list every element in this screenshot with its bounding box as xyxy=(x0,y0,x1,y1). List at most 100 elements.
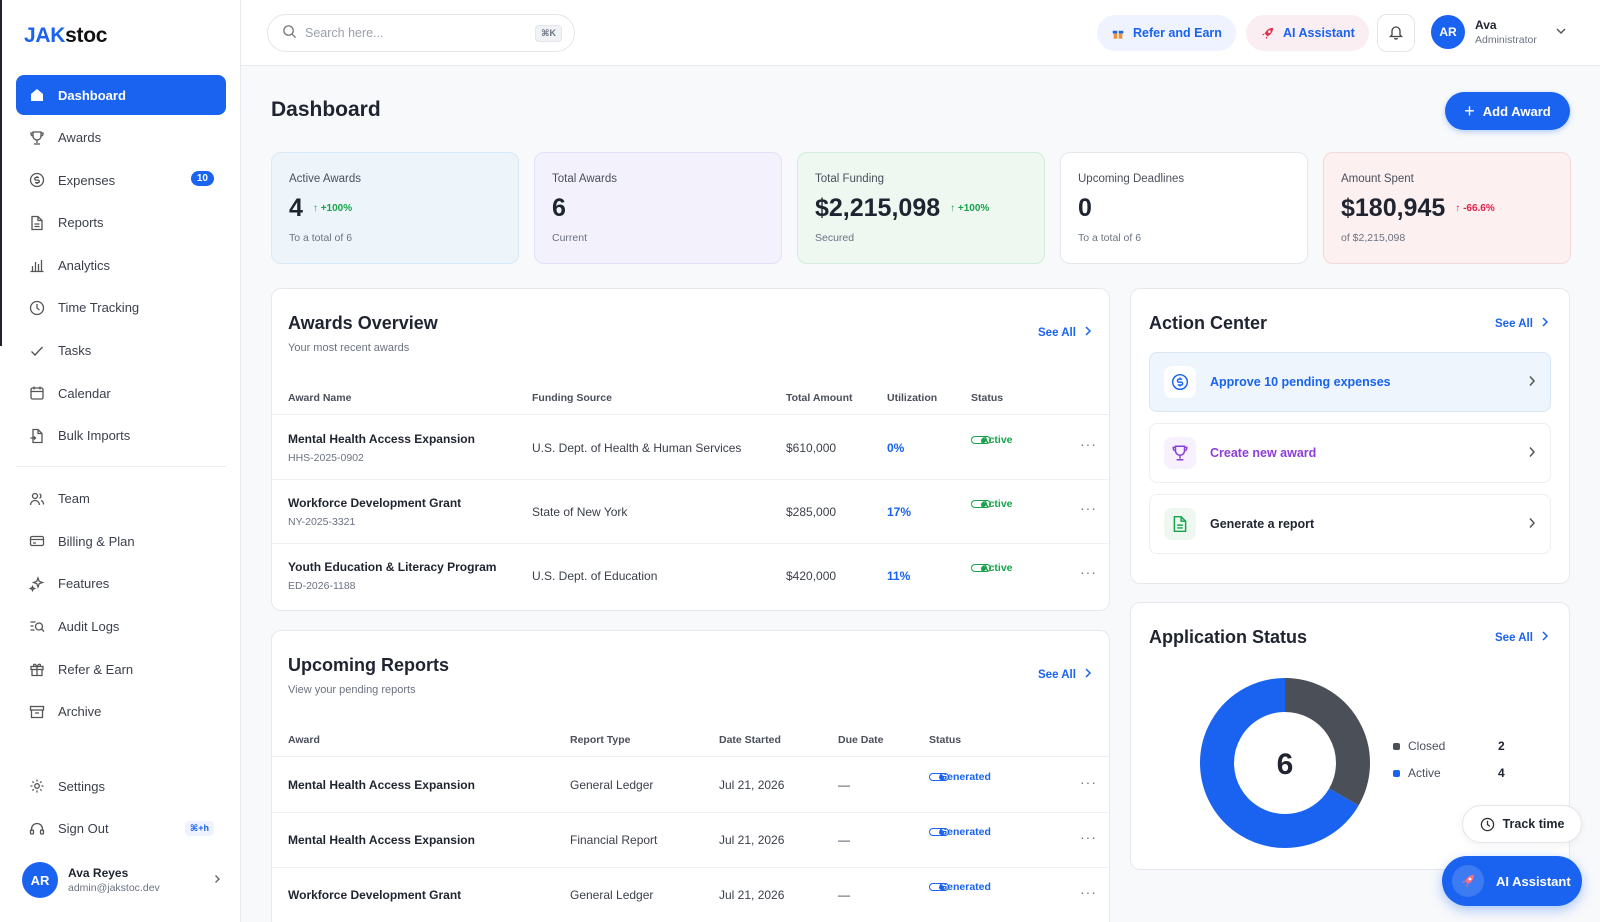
more-options-icon[interactable]: ··· xyxy=(1080,500,1097,516)
sidebar-item-label: Tasks xyxy=(58,343,92,359)
sidebar-item-awards[interactable]: Awards xyxy=(16,118,226,158)
column-header: Due Date xyxy=(838,734,884,746)
ai-assistant-fab[interactable]: AI Assistant xyxy=(1442,856,1582,906)
sidebar-item-reports[interactable]: Reports xyxy=(16,203,226,243)
add-award-button[interactable]: + Add Award xyxy=(1445,92,1570,130)
total-amount: $285,000 xyxy=(786,505,837,519)
due-date: — xyxy=(838,833,850,847)
date-started: Jul 21, 2026 xyxy=(719,778,785,792)
user-menu[interactable]: AR Ava Administrator xyxy=(1431,15,1567,49)
more-options-icon[interactable]: ··· xyxy=(1080,564,1097,580)
column-header: Award Name xyxy=(288,392,352,404)
table-row[interactable]: Mental Health Access Expansion HHS-2025-… xyxy=(272,416,1109,480)
chevron-right-icon xyxy=(1528,446,1536,461)
utilization: 17% xyxy=(887,505,912,519)
more-options-icon[interactable]: ··· xyxy=(1080,829,1097,845)
table-row[interactable]: Workforce Development Grant General Ledg… xyxy=(272,868,1109,922)
sidebar-item-archive[interactable]: Archive xyxy=(16,692,226,732)
sidebar-item-analytics[interactable]: Analytics xyxy=(16,245,226,285)
bell-icon xyxy=(1388,24,1404,43)
table-row[interactable]: Mental Health Access Expansion General L… xyxy=(272,758,1109,813)
sidebar-item-label: Features xyxy=(58,576,110,592)
chevron-right-icon xyxy=(1084,326,1092,339)
sidebar-item-label: Awards xyxy=(58,130,102,146)
sidebar-profile[interactable]: AR Ava Reyes admin@jakstoc.dev xyxy=(22,862,222,898)
archive-icon xyxy=(28,703,46,721)
sidebar-item-label: Archive xyxy=(58,704,102,720)
stat-delta: ↑ +100% xyxy=(312,203,353,214)
sidebar-item-features[interactable]: Features xyxy=(16,564,226,604)
search-input[interactable] xyxy=(305,26,525,40)
card-subtitle: Your most recent awards xyxy=(288,342,410,354)
table-row[interactable]: Youth Education & Literacy Program ED-20… xyxy=(272,544,1109,608)
ai-label: AI Assistant xyxy=(1283,26,1355,40)
status-badge: Generated xyxy=(929,771,991,783)
chevron-right-icon xyxy=(1528,375,1536,390)
more-options-icon[interactable]: ··· xyxy=(1080,884,1097,900)
stat-card-total-awards[interactable]: Total Awards 6 Current xyxy=(534,152,782,264)
sidebar-item-calendar[interactable]: Calendar xyxy=(16,373,226,413)
sidebar-item-label: Calendar xyxy=(58,385,111,401)
action-generate-report[interactable]: Generate a report xyxy=(1149,494,1551,554)
sidebar-item-tasks[interactable]: Tasks xyxy=(16,331,226,371)
arrow-up-icon: ↑ xyxy=(1455,203,1464,214)
stat-subtext: Secured xyxy=(815,232,855,244)
action-approve-expenses[interactable]: Approve 10 pending expenses xyxy=(1149,352,1551,412)
more-options-icon[interactable]: ··· xyxy=(1080,774,1097,790)
funding-source: State of New York xyxy=(532,505,628,519)
card-title: Awards Overview xyxy=(288,313,438,333)
users-icon xyxy=(28,490,46,508)
card-title: Application Status xyxy=(1149,627,1308,647)
sidebar-item-team[interactable]: Team xyxy=(16,479,226,519)
sidebar-item-sign-out[interactable]: Sign Out ⌘+h xyxy=(16,809,226,849)
status-badge: Active xyxy=(971,562,1013,574)
search-box[interactable]: ⌘K xyxy=(267,14,575,52)
track-time-button[interactable]: Track time xyxy=(1462,805,1582,843)
stat-card-active-awards[interactable]: Active Awards 4 ↑ +100% To a total of 6 xyxy=(271,152,519,264)
table-row[interactable]: Mental Health Access Expansion Financial… xyxy=(272,813,1109,868)
legend-swatch xyxy=(1393,742,1400,750)
sidebar-item-dashboard[interactable]: Dashboard xyxy=(16,75,226,115)
column-header: Award xyxy=(288,734,320,746)
see-all-link[interactable]: See All xyxy=(1495,631,1549,644)
award-code: HHS-2025-0902 xyxy=(288,452,364,464)
headset-icon xyxy=(28,820,46,838)
table-header: Award Name Funding Source Total Amount U… xyxy=(272,383,1109,415)
refer-and-earn-button[interactable]: Refer and Earn xyxy=(1097,15,1236,51)
sidebar-item-label: Refer & Earn xyxy=(58,661,134,677)
document-icon xyxy=(1164,508,1196,540)
more-options-icon[interactable]: ··· xyxy=(1080,436,1097,452)
status-badge: Active xyxy=(971,434,1013,446)
sidebar-item-audit-logs[interactable]: Audit Logs xyxy=(16,607,226,647)
chevron-right-icon xyxy=(212,872,222,887)
sidebar-item-expenses[interactable]: Expenses 10 xyxy=(16,160,226,200)
file-import-icon xyxy=(28,427,46,445)
see-all-link[interactable]: See All xyxy=(1495,317,1549,330)
sidebar-item-bulk-imports[interactable]: Bulk Imports xyxy=(16,416,226,456)
sidebar-bottom-nav: Settings Sign Out ⌘+h xyxy=(16,766,226,851)
legend-item-closed: Closed 2 xyxy=(1393,739,1523,753)
see-all-link[interactable]: See All xyxy=(1038,668,1092,681)
app-logo[interactable]: JAKstoc xyxy=(24,24,107,48)
sidebar-item-refer-earn[interactable]: Refer & Earn xyxy=(16,649,226,689)
chevron-down-icon xyxy=(1555,25,1567,40)
ai-assistant-button[interactable]: AI Assistant xyxy=(1246,15,1369,51)
notifications-button[interactable] xyxy=(1377,14,1415,52)
table-row[interactable]: Workforce Development Grant NY-2025-3321… xyxy=(272,480,1109,544)
stat-card-total-funding[interactable]: Total Funding $2,215,098 ↑ +100% Secured xyxy=(797,152,1045,264)
sidebar-item-label: Audit Logs xyxy=(58,619,120,635)
column-header: Date Started xyxy=(719,734,781,746)
see-all-link[interactable]: See All xyxy=(1038,326,1092,339)
sidebar-item-label: Settings xyxy=(58,778,105,794)
action-create-award[interactable]: Create new award xyxy=(1149,423,1551,483)
trophy-icon xyxy=(28,129,46,147)
action-label: Create new award xyxy=(1210,446,1317,460)
legend-label: Closed xyxy=(1408,739,1446,753)
sidebar-item-time-tracking[interactable]: Time Tracking xyxy=(16,288,226,328)
sidebar-item-billing[interactable]: Billing & Plan xyxy=(16,521,226,561)
stat-card-upcoming-deadlines[interactable]: Upcoming Deadlines 0 To a total of 6 xyxy=(1060,152,1308,264)
stat-card-amount-spent[interactable]: Amount Spent $180,945 ↑ -66.6% of $2,215,… xyxy=(1323,152,1571,264)
stat-subtext: Current xyxy=(552,232,588,244)
sidebar-item-settings[interactable]: Settings xyxy=(16,766,226,806)
stat-subtext: To a total of 6 xyxy=(1078,232,1142,244)
